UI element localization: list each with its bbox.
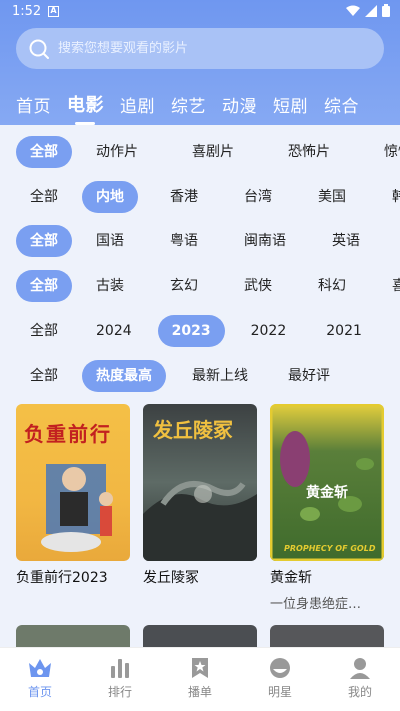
- status-time: 1:52: [12, 4, 42, 19]
- movie-card[interactable]: 发丘陵冢 发丘陵冢: [143, 404, 257, 587]
- wifi-icon: [346, 5, 360, 16]
- chip-region-usa[interactable]: 美国: [304, 181, 360, 213]
- chip-genre-all[interactable]: 全部: [16, 136, 72, 168]
- chip-sort-newest[interactable]: 最新上线: [178, 360, 262, 392]
- tab-home[interactable]: 首页: [16, 92, 51, 117]
- poster-caption: PROPHECY OF GOLD: [284, 544, 376, 553]
- bar-chart-icon: [111, 659, 129, 678]
- movie-poster[interactable]: 发丘陵冢: [143, 404, 257, 561]
- user-icon: [350, 658, 370, 679]
- chip-year-2023[interactable]: 2023: [157, 315, 225, 347]
- category-tabs: 首页 电影 追剧 综艺 动漫 短剧 综合: [0, 88, 400, 125]
- crown-icon: [29, 659, 51, 677]
- chip-sort-hottest[interactable]: 热度最高: [82, 360, 166, 392]
- chip-sort-all[interactable]: 全部: [16, 360, 72, 392]
- movie-subtitle: 一位身患绝症…: [270, 597, 362, 612]
- chip-region-mainland[interactable]: 内地: [82, 181, 138, 213]
- chip-style-fantasy[interactable]: 玄幻: [156, 270, 212, 302]
- tab-anime[interactable]: 动漫: [222, 92, 257, 117]
- chip-genre-horror[interactable]: 恐怖片: [274, 136, 344, 168]
- nav-stars-label: 明星: [267, 685, 292, 699]
- movie-card[interactable]: 负重前行 负重前行2023: [16, 404, 130, 587]
- nav-home-label: 首页: [27, 685, 52, 699]
- filter-row-genre: 全部 动作片 喜剧片 恐怖片 惊悚片: [16, 134, 400, 170]
- chip-year-2021[interactable]: 2021: [312, 315, 376, 347]
- movie-poster[interactable]: 黄金斩 PROPHECY OF GOLD: [270, 404, 384, 561]
- nav-playlist-label: 播单: [187, 685, 212, 699]
- movie-poster[interactable]: 负重前行: [16, 404, 130, 561]
- bookmark-star-icon: [192, 658, 208, 678]
- chip-style-comedy[interactable]: 喜剧: [378, 270, 400, 302]
- filter-row-language: 全部 国语 粤语 闽南语 英语 韩: [16, 223, 400, 259]
- tab-general[interactable]: 综合: [324, 92, 359, 117]
- tab-variety[interactable]: 综艺: [171, 92, 206, 117]
- chip-region-hongkong[interactable]: 香港: [156, 181, 212, 213]
- chip-style-all[interactable]: 全部: [16, 270, 72, 302]
- chip-region-all[interactable]: 全部: [16, 181, 72, 213]
- chip-language-hokkien[interactable]: 闽南语: [230, 225, 300, 257]
- chip-language-cantonese[interactable]: 粤语: [156, 225, 212, 257]
- movie-title[interactable]: 负重前行2023: [16, 567, 130, 587]
- filter-row-region: 全部 内地 香港 台湾 美国 韩国: [16, 179, 400, 215]
- chip-language-all[interactable]: 全部: [16, 225, 72, 257]
- movie-title[interactable]: 发丘陵冢: [143, 567, 257, 587]
- status-icons: [346, 4, 390, 17]
- chip-year-2024[interactable]: 2024: [82, 315, 146, 347]
- nav-ranking[interactable]: 排行: [80, 648, 160, 711]
- tab-series[interactable]: 追剧: [120, 92, 155, 117]
- nav-stars[interactable]: 明星: [240, 648, 320, 711]
- tab-short-drama[interactable]: 短剧: [273, 92, 308, 117]
- filter-row-sort: 全部 热度最高 最新上线 最好评: [16, 358, 400, 394]
- search-icon: [29, 39, 49, 59]
- chip-style-wuxia[interactable]: 武侠: [230, 270, 286, 302]
- nav-home[interactable]: 首页: [0, 648, 80, 711]
- signal-icon: [365, 4, 377, 17]
- movie-card[interactable]: 黄金斩 PROPHECY OF GOLD 黄金斩 一位身患绝症…: [270, 404, 384, 612]
- chip-year-more[interactable]: 2: [388, 315, 400, 347]
- poster-title: 黄金斩: [306, 485, 348, 501]
- filter-row-year: 全部 2024 2023 2022 2021 2: [16, 313, 400, 349]
- chip-language-korean[interactable]: 韩: [392, 225, 400, 257]
- chip-sort-best-rated[interactable]: 最好评: [274, 360, 344, 392]
- nav-ranking-label: 排行: [107, 685, 132, 699]
- poster-title: 负重前行: [24, 422, 112, 446]
- filter-row-style: 全部 古装 玄幻 武侠 科幻 喜剧: [16, 268, 400, 304]
- chip-language-english[interactable]: 英语: [318, 225, 374, 257]
- chip-region-taiwan[interactable]: 台湾: [230, 181, 286, 213]
- notification-a-icon: A: [48, 6, 59, 17]
- nav-profile-label: 我的: [347, 685, 372, 699]
- nav-profile[interactable]: 我的: [320, 648, 400, 711]
- status-bar: 1:52 A: [0, 0, 400, 24]
- chip-region-korea[interactable]: 韩国: [378, 181, 400, 213]
- chip-year-all[interactable]: 全部: [16, 315, 72, 347]
- chip-style-costume[interactable]: 古装: [82, 270, 138, 302]
- search-bar[interactable]: [16, 28, 384, 69]
- tab-movies[interactable]: 电影: [67, 91, 104, 125]
- search-input[interactable]: [58, 41, 358, 56]
- battery-icon: [382, 4, 390, 17]
- bottom-nav: 首页 排行 播单 明星 我的: [0, 647, 400, 711]
- star-face-icon: [270, 658, 290, 678]
- poster-title: 发丘陵冢: [153, 418, 233, 442]
- chip-style-scifi[interactable]: 科幻: [304, 270, 360, 302]
- chip-genre-action[interactable]: 动作片: [82, 136, 152, 168]
- chip-year-2022[interactable]: 2022: [237, 315, 301, 347]
- chip-language-mandarin[interactable]: 国语: [82, 225, 138, 257]
- movie-title[interactable]: 黄金斩: [270, 567, 384, 587]
- chip-genre-comedy[interactable]: 喜剧片: [178, 136, 248, 168]
- nav-playlist[interactable]: 播单: [160, 648, 240, 711]
- chip-genre-thriller[interactable]: 惊悚片: [370, 136, 400, 168]
